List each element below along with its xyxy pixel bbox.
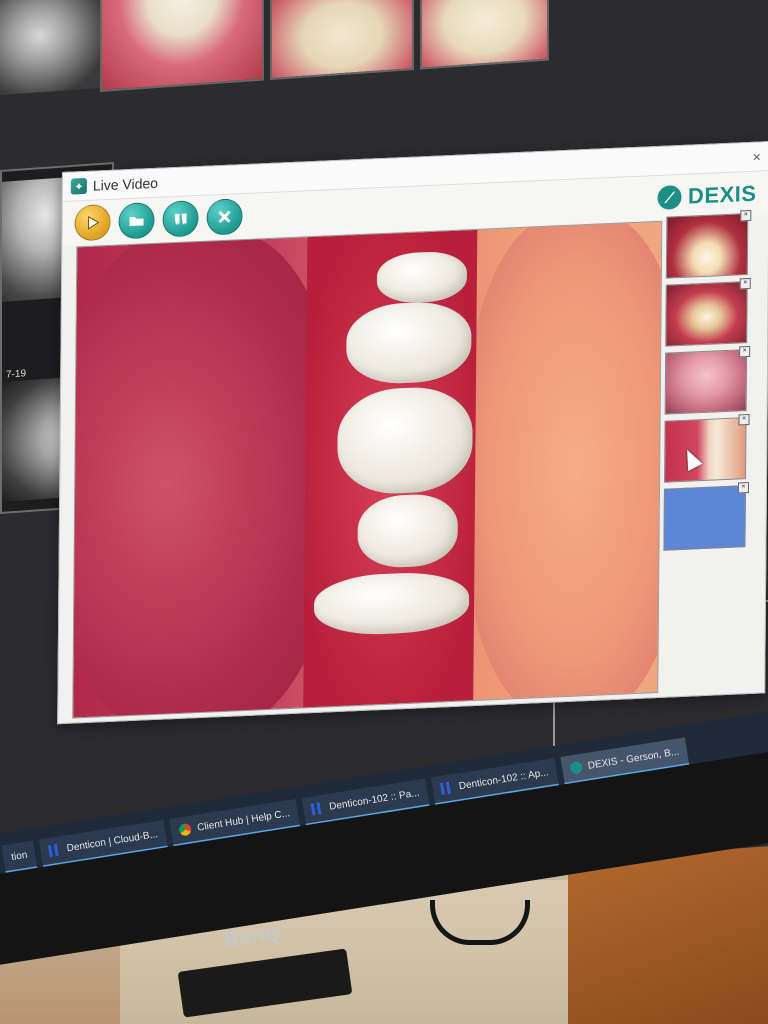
open-folder-button[interactable] <box>118 201 155 240</box>
teeth-button[interactable] <box>162 200 199 238</box>
xray-label: 7-19 <box>6 368 27 381</box>
intraoral-image[interactable] <box>270 0 414 81</box>
dexis-logo-icon: ⟋ <box>657 184 683 210</box>
mouse-cursor-icon <box>679 445 703 472</box>
captured-image-thumbnail[interactable]: × <box>664 345 751 415</box>
lip-left <box>72 225 338 719</box>
captured-image-thumbnail[interactable]: × <box>665 209 752 279</box>
close-button[interactable]: × <box>753 148 761 164</box>
captured-image-thumbnail[interactable]: × <box>664 413 750 483</box>
thumbnail-close-button[interactable]: × <box>737 482 750 494</box>
window-title: Live Video <box>92 174 159 194</box>
captured-image-thumbnail[interactable]: × <box>663 482 750 551</box>
denticon-icon <box>310 801 325 816</box>
cancel-button[interactable] <box>206 198 243 236</box>
dexis-logo: ⟋ DEXIS <box>657 180 757 211</box>
thumbnail-close-button[interactable]: × <box>740 209 752 222</box>
live-video-feed[interactable] <box>72 220 663 719</box>
intraoral-image[interactable] <box>420 0 549 70</box>
chrome-icon <box>178 822 193 837</box>
denticon-icon <box>440 781 454 796</box>
x-icon <box>218 210 231 224</box>
lip-right <box>463 220 663 719</box>
intraoral-image[interactable] <box>100 0 264 93</box>
taskbar-item-label: tion <box>10 849 29 863</box>
denticon-icon <box>48 843 62 858</box>
live-video-window: ✦ Live Video × ⟋ DEXIS × × × × × <box>57 141 768 725</box>
teeth-icon <box>174 213 187 226</box>
xray-image-top-left <box>0 0 102 96</box>
captured-images-strip: × × × × × <box>662 209 754 697</box>
background-image-strip <box>100 0 549 93</box>
thumbnail-close-button[interactable]: × <box>739 345 751 358</box>
dexis-logo-text: DEXIS <box>687 180 757 209</box>
captured-image-thumbnail[interactable]: × <box>665 277 751 347</box>
dexis-icon <box>569 760 583 775</box>
folder-open-icon <box>129 216 144 227</box>
thumbnail-close-button[interactable]: × <box>739 277 751 290</box>
app-icon: ✦ <box>70 177 87 195</box>
play-icon <box>87 215 100 230</box>
play-button[interactable] <box>74 203 111 242</box>
thumbnail-close-button[interactable]: × <box>738 413 750 426</box>
